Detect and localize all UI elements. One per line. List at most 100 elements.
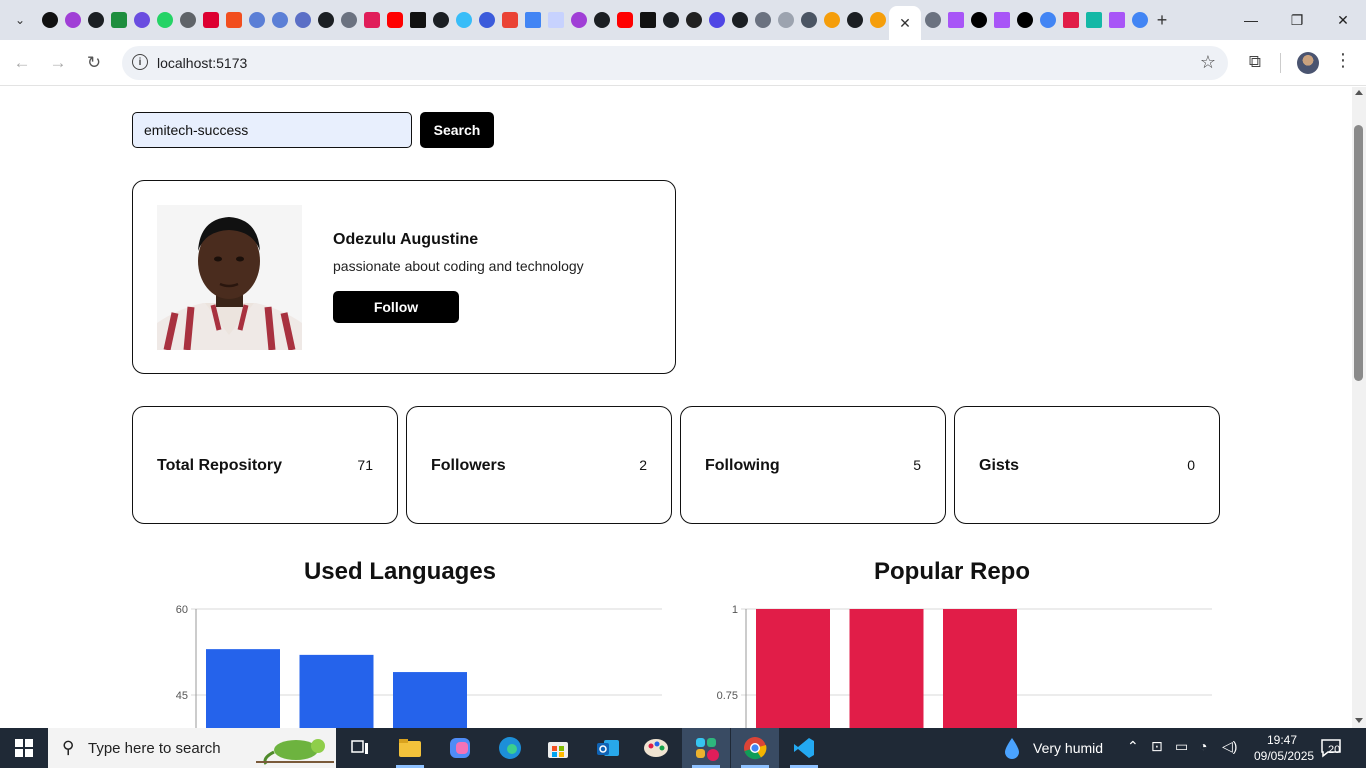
chart-bar[interactable] [943, 609, 1017, 728]
tab-github-4[interactable] [590, 0, 613, 40]
tab-youtube[interactable] [383, 0, 406, 40]
more-menu-icon[interactable]: ⋮ [1334, 50, 1352, 71]
tab-vite[interactable] [944, 0, 967, 40]
start-button[interactable] [0, 728, 48, 768]
scroll-up-arrow-icon[interactable] [1355, 90, 1363, 95]
wifi-icon[interactable]: ◔ [1199, 738, 1207, 754]
tab-search-chevron-icon[interactable]: ⌄ [8, 8, 32, 32]
tab-site-j[interactable] [820, 0, 843, 40]
system-clock[interactable]: 19:47 09/05/2025 [1254, 732, 1314, 764]
bookmark-star-icon[interactable]: ☆ [1200, 52, 1216, 73]
tab-github-2[interactable] [314, 0, 337, 40]
close-window-icon[interactable]: ✕ [1320, 0, 1366, 40]
tab-site-h[interactable] [774, 0, 797, 40]
tab-gear-site[interactable] [337, 0, 360, 40]
file-explorer-icon[interactable] [386, 728, 434, 768]
tab-figma[interactable] [222, 0, 245, 40]
weather-status[interactable]: Very humid [1033, 740, 1103, 756]
page-scrollbar[interactable] [1352, 87, 1366, 728]
tab-site-i[interactable] [797, 0, 820, 40]
chrome-app-icon[interactable] [731, 728, 779, 768]
extensions-puzzle-icon[interactable]: ⧉ [1243, 50, 1267, 74]
tab-vercel[interactable] [967, 0, 990, 40]
tab-canva[interactable] [130, 0, 153, 40]
openai-icon [41, 12, 58, 28]
tab-site-f[interactable] [544, 0, 567, 40]
tab-medium[interactable] [636, 0, 659, 40]
chart-bar[interactable] [849, 609, 924, 728]
scrollbar-thumb[interactable] [1354, 125, 1363, 381]
tab-globe[interactable] [176, 0, 199, 40]
new-tab-plus-icon[interactable]: + [1150, 8, 1174, 32]
tab-github-3[interactable] [429, 0, 452, 40]
tab-angular[interactable] [199, 0, 222, 40]
tab-openai[interactable] [38, 0, 61, 40]
tab-youtube-2[interactable] [613, 0, 636, 40]
tab-app-purple[interactable] [61, 0, 84, 40]
back-arrow-icon[interactable]: ← [10, 51, 34, 75]
tab-site-d[interactable] [406, 0, 429, 40]
tab-tailwind[interactable] [452, 0, 475, 40]
profile-avatar-icon[interactable] [1297, 52, 1319, 74]
tab-google[interactable] [1036, 0, 1059, 40]
tab-diamond-site[interactable] [1082, 0, 1105, 40]
vscode-icon[interactable] [780, 728, 828, 768]
tab-vite-2[interactable] [990, 0, 1013, 40]
minimize-icon[interactable]: — [1228, 0, 1274, 40]
address-bar-url[interactable]: localhost:5173 [157, 55, 247, 71]
paint-app-icon[interactable] [632, 728, 680, 768]
tab-docs[interactable] [521, 0, 544, 40]
edge-icon[interactable] [486, 728, 534, 768]
site-info-icon[interactable]: i [132, 54, 148, 70]
github-icon [662, 12, 679, 28]
forward-arrow-icon[interactable]: → [46, 51, 70, 75]
address-bar[interactable]: i localhost:5173 ☆ [122, 46, 1228, 80]
tab-site-k[interactable] [866, 0, 889, 40]
tab-google-2[interactable] [1128, 0, 1151, 40]
tray-meet-icon[interactable]: ⊡ [1151, 738, 1163, 755]
tab-site-a[interactable] [245, 0, 268, 40]
tab-site-g[interactable] [705, 0, 728, 40]
tab-chrome-site-2[interactable] [921, 0, 944, 40]
username-search-input[interactable] [132, 112, 412, 148]
taskbar-search-box[interactable]: ⚲ Type here to search [48, 728, 336, 768]
tab-app-purple-2[interactable] [567, 0, 590, 40]
chart-bar[interactable] [756, 609, 830, 728]
tab-vite-3[interactable] [1105, 0, 1128, 40]
search-button[interactable]: Search [420, 112, 494, 148]
tab-site-b[interactable] [268, 0, 291, 40]
copilot-icon[interactable] [436, 728, 484, 768]
tab-pen-site[interactable] [682, 0, 705, 40]
restore-icon[interactable]: ❐ [1274, 0, 1320, 40]
scroll-down-arrow-icon[interactable] [1355, 718, 1363, 723]
tab-github[interactable] [84, 0, 107, 40]
microsoft-store-icon[interactable] [534, 728, 582, 768]
tab-github-6[interactable] [728, 0, 751, 40]
tab-active-localhost[interactable]: ✕ [889, 6, 921, 40]
chart-bar[interactable] [299, 654, 374, 728]
tab-png-site[interactable] [1059, 0, 1082, 40]
chart-bar[interactable] [393, 672, 467, 728]
tab-github-5[interactable] [659, 0, 682, 40]
slack-app-icon[interactable] [682, 728, 730, 768]
task-view-icon[interactable] [336, 728, 384, 768]
tray-expand-chevron-icon[interactable]: ⌃ [1127, 738, 1139, 755]
volume-icon[interactable]: ◁) [1222, 738, 1237, 755]
tab-green-app[interactable] [107, 0, 130, 40]
battery-icon[interactable]: ▭ [1175, 738, 1188, 755]
tab-gmail[interactable] [498, 0, 521, 40]
chart-bar[interactable] [206, 649, 280, 728]
outlook-icon[interactable] [584, 728, 632, 768]
follow-button[interactable]: Follow [333, 291, 459, 323]
tab-whatsapp[interactable] [153, 0, 176, 40]
tab-vercel-2[interactable] [1013, 0, 1036, 40]
tab-github-7[interactable] [843, 0, 866, 40]
site-icon [248, 12, 265, 28]
notifications-icon[interactable]: 20 [1320, 738, 1344, 758]
tab-site-c[interactable] [291, 0, 314, 40]
tab-close-icon[interactable]: ✕ [899, 15, 911, 32]
tab-chrome-site[interactable] [751, 0, 774, 40]
reload-icon[interactable]: ↻ [82, 51, 106, 75]
tab-slack[interactable] [360, 0, 383, 40]
tab-site-e[interactable] [475, 0, 498, 40]
